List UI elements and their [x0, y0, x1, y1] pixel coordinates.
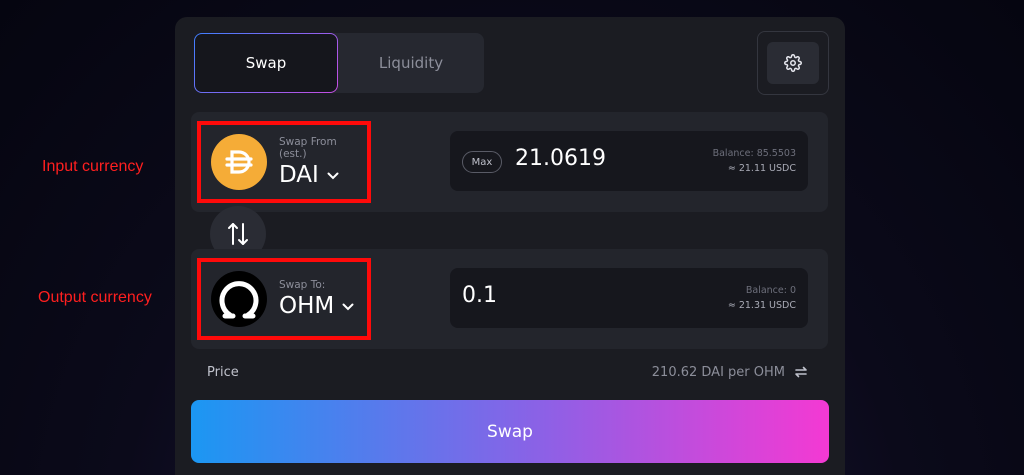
- input-currency-selector[interactable]: Swap From (est.) DAI: [197, 121, 371, 203]
- from-balance: Balance: 85.5503: [712, 148, 796, 159]
- to-currency-symbol: OHM: [279, 293, 335, 319]
- output-currency-selector[interactable]: Swap To: OHM: [197, 258, 371, 340]
- to-balance: Balance: 0: [745, 285, 796, 296]
- settings-button[interactable]: [757, 31, 829, 95]
- dai-coin-icon: [211, 134, 267, 190]
- max-button[interactable]: Max: [462, 151, 502, 173]
- from-amount-box: Max 21.0619 Balance: 85.5503 ≈ 21.11 USD…: [450, 131, 808, 191]
- output-currency-annotation: Output currency: [38, 289, 152, 306]
- price-label: Price: [207, 365, 239, 380]
- input-currency-annotation: Input currency: [42, 158, 144, 175]
- swap-from-row: Swap From (est.) DAI Max 21.0619 Balance…: [191, 112, 828, 212]
- chevron-down-icon: [342, 303, 354, 311]
- gear-icon: [784, 54, 802, 72]
- ohm-coin-icon: [211, 271, 267, 327]
- swap-to-label: Swap To:: [279, 279, 326, 291]
- swap-panel: Swap Liquidity Swap From (est.) DAI Max …: [175, 17, 845, 475]
- from-currency-symbol: DAI: [279, 162, 319, 188]
- swap-button[interactable]: Swap: [191, 400, 829, 463]
- tab-liquidity[interactable]: Liquidity: [338, 33, 484, 93]
- tab-swap[interactable]: Swap: [194, 33, 338, 93]
- to-amount-input[interactable]: 0.1: [462, 283, 497, 308]
- price-invert-icon[interactable]: [793, 364, 809, 380]
- price-value: 210.62 DAI per OHM: [651, 365, 785, 380]
- from-amount-input[interactable]: 21.0619: [515, 146, 606, 171]
- to-usd-value: ≈ 21.31 USDC: [727, 300, 796, 311]
- tab-bar: Swap Liquidity: [194, 33, 484, 93]
- swap-from-label: Swap From (est.): [279, 136, 337, 160]
- to-amount-box: 0.1 Balance: 0 ≈ 21.31 USDC: [450, 268, 808, 328]
- swap-to-row: Swap To: OHM 0.1 Balance: 0 ≈ 21.31 USDC: [191, 249, 828, 349]
- swap-arrows-icon: [228, 223, 248, 245]
- from-usd-value: ≈ 21.11 USDC: [727, 163, 796, 174]
- chevron-down-icon: [327, 172, 339, 180]
